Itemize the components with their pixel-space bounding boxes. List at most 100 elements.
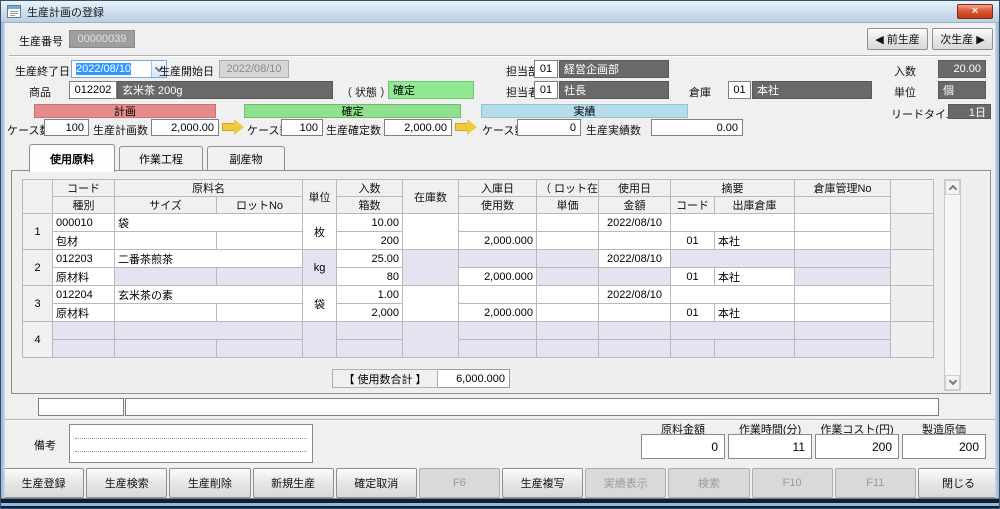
window-edge [1, 23, 5, 500]
register-production-button[interactable]: 生産登録 [3, 468, 84, 498]
actual-qty-input[interactable]: 0.00 [651, 119, 743, 136]
work-time-field[interactable]: 11 [728, 434, 812, 459]
qty-per-label: 入数 [894, 63, 916, 79]
footer-field-right[interactable] [125, 398, 939, 416]
f10-button: F10 [752, 468, 833, 498]
material-amount-label: 原料金額 [641, 421, 725, 433]
window-bottom-edge [1, 498, 999, 508]
flow-arrow-icon [455, 119, 477, 135]
table-header-row: コード 原料名 単位 入数 在庫数 入庫日 （ ロット在庫 ） 使用日 摘要 倉… [23, 180, 934, 197]
work-cost-label: 作業コスト(円) [815, 421, 899, 433]
f6-button: F6 [419, 468, 500, 498]
col-s-code: コード [671, 197, 715, 214]
col-date-in: 入庫日 [459, 180, 537, 197]
remarks-textarea[interactable] [69, 424, 313, 463]
prev-production-button[interactable]: ◀ 前生産 [867, 28, 928, 50]
col-used: 使用数 [459, 197, 537, 214]
title-bar[interactable]: 生産計画の登録 × [1, 1, 999, 23]
mfg-cost-field[interactable]: 200 [902, 434, 986, 459]
qty-per-field: 20.00 [938, 60, 986, 78]
function-button-row: 生産登録 生産検索 生産削除 新規生産 確定取消 F6 生産複写 実績表示 検索… [3, 468, 999, 498]
status-label: （ 状態 ） [341, 84, 391, 100]
prod-no-label: 生産番号 [19, 33, 63, 49]
dept-code-input[interactable]: 01 [534, 60, 558, 78]
start-date-label: 生産開始日 [159, 63, 214, 79]
table-row: 原材料 2,000 2,000.000 01 本社 [23, 304, 934, 322]
divider [9, 55, 991, 57]
new-production-button[interactable]: 新規生産 [253, 468, 334, 498]
col-stock: 在庫数 [403, 180, 459, 214]
warehouse-label: 倉庫 [689, 84, 711, 100]
next-production-button[interactable]: 次生産 ▶ [932, 28, 993, 50]
close-window-button[interactable]: 閉じる [918, 468, 999, 498]
col-type: 種別 [53, 197, 115, 214]
fixed-qty-label: 生産確定数 [326, 122, 381, 138]
plan-header: 計画 [34, 104, 216, 118]
mfg-cost-label: 製造原価 [902, 421, 986, 433]
status-badge: 確定 [388, 81, 474, 99]
unit-label: 単位 [894, 84, 916, 100]
fixed-case-input[interactable]: 100 [281, 119, 323, 136]
col-material-name: 原料名 [115, 180, 303, 197]
end-date-picker[interactable]: 2022/08/10 [71, 60, 167, 78]
search-production-button[interactable]: 生産検索 [86, 468, 167, 498]
prod-no-field: 00000039 [69, 30, 135, 48]
dept-name-field: 経営企画部 [559, 60, 669, 78]
tab-byproducts[interactable]: 副産物 [207, 146, 285, 171]
plan-qty-input[interactable]: 2,000.00 [151, 119, 219, 136]
table-row: 2 012203 二番茶煎茶 kg 25.00 2022/08/10 [23, 250, 934, 268]
window-title: 生産計画の登録 [27, 4, 104, 20]
usage-total-label: 【 使用数合計 】 [332, 369, 438, 388]
fixed-qty-input[interactable]: 2,000.00 [384, 119, 452, 136]
end-date-value: 2022/08/10 [76, 63, 131, 75]
table-row: 4 [23, 322, 934, 340]
plan-qty-label: 生産計画数 [93, 122, 148, 138]
col-use-date: 使用日 [599, 180, 671, 197]
product-name-field: 玄米茶 200g [117, 81, 333, 99]
close-icon: × [972, 6, 978, 17]
table-row: 1 000010 袋 枚 10.00 2022/08/10 [23, 214, 934, 232]
leadtime-field: 1日 [948, 104, 991, 119]
actual-qty-label: 生産実績数 [586, 122, 641, 138]
scroll-down-button[interactable] [945, 375, 960, 390]
remarks-label: 備考 [34, 437, 56, 453]
table-header-row2: 種別 サイズ ロットNo 箱数 使用数 単価 金額 コード 出庫倉庫 [23, 197, 934, 214]
delete-production-button[interactable]: 生産削除 [169, 468, 250, 498]
f11-button: F11 [835, 468, 916, 498]
vertical-scrollbar[interactable] [944, 179, 961, 391]
fixed-header: 確定 [244, 104, 461, 118]
window-edge [995, 23, 999, 500]
show-actual-button: 実績表示 [585, 468, 666, 498]
person-name-field: 社長 [559, 81, 669, 99]
col-lot-stock: （ ロット在庫 ） [537, 180, 599, 197]
usage-total-value: 6,000.000 [438, 369, 510, 388]
materials-table: コード 原料名 単位 入数 在庫数 入庫日 （ ロット在庫 ） 使用日 摘要 倉… [22, 179, 934, 358]
cancel-confirmation-button[interactable]: 確定取消 [336, 468, 417, 498]
scroll-down-icon [948, 377, 956, 385]
warehouse-code-input[interactable]: 01 [728, 81, 751, 99]
flow-arrow-icon [222, 119, 244, 135]
footer-field-left[interactable] [38, 398, 124, 416]
plan-case-input[interactable]: 100 [44, 119, 89, 136]
tab-process[interactable]: 作業工程 [119, 146, 203, 171]
search-button: 検索 [668, 468, 749, 498]
col-code: コード [53, 180, 115, 197]
person-code-input[interactable]: 01 [534, 81, 558, 99]
col-size: サイズ [115, 197, 217, 214]
material-amount-field[interactable]: 0 [641, 434, 725, 459]
actual-case-input[interactable]: 0 [517, 119, 581, 136]
col-price: 単価 [537, 197, 599, 214]
scroll-up-button[interactable] [945, 180, 960, 195]
actual-header: 実績 [481, 104, 688, 118]
table-row: 原材料 80 2,000.000 01 本社 [23, 268, 934, 286]
copy-production-button[interactable]: 生産複写 [502, 468, 583, 498]
close-button[interactable]: × [957, 4, 993, 19]
product-code-input[interactable]: 012202 [69, 81, 117, 99]
table-row [23, 340, 934, 358]
tab-materials[interactable]: 使用原料 [29, 144, 115, 172]
scroll-up-icon [948, 185, 956, 193]
start-date-field: 2022/08/10 [219, 60, 289, 78]
col-mgmt-no: 倉庫管理No [795, 180, 891, 197]
col-unit: 単位 [303, 180, 337, 214]
work-cost-field[interactable]: 200 [815, 434, 899, 459]
